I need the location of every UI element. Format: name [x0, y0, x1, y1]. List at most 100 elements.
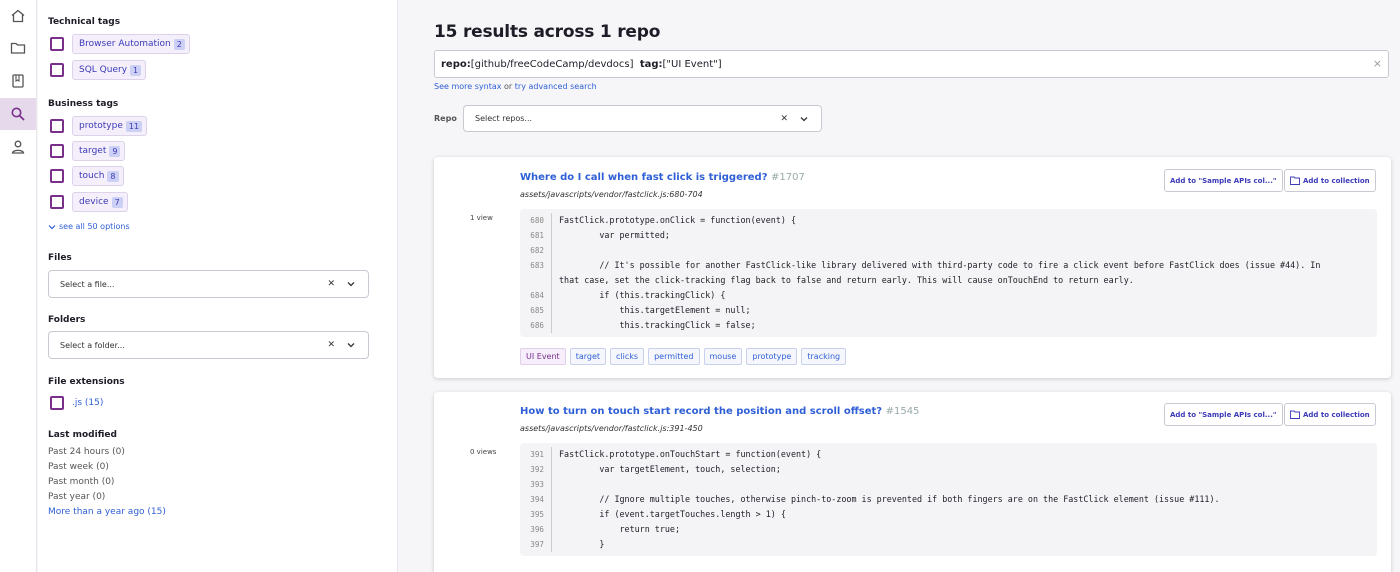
- filter-panel: Technical tags Browser Automation 2 SQL Q…: [38, 0, 398, 572]
- code-line: 394 // Ignore multiple touches, otherwis…: [520, 492, 1377, 507]
- line-code: this.trackingClick = false;: [559, 320, 756, 330]
- result-title-link[interactable]: How to turn on touch start record the po…: [520, 406, 919, 417]
- checkbox[interactable]: [50, 169, 64, 183]
- search-query-input[interactable]: repo: [github/freeCodeCamp/devdocs] tag:[…: [434, 50, 1389, 78]
- result-card: How to turn on touch start record the po…: [434, 392, 1391, 572]
- clear-icon[interactable]: ✕: [780, 114, 788, 124]
- see-more-syntax-link[interactable]: See more syntax: [434, 82, 501, 91]
- clear-icon[interactable]: ✕: [327, 279, 335, 289]
- tag-chip: touch 8: [72, 166, 124, 186]
- chevron-down-icon[interactable]: [346, 340, 356, 350]
- checkbox[interactable]: [50, 37, 64, 51]
- file-select[interactable]: Select a file... ✕: [48, 270, 369, 298]
- add-to-named-collection-button[interactable]: Add to "Sample APIs col...": [1164, 403, 1283, 426]
- tag-chip[interactable]: target: [569, 348, 607, 365]
- business-tag-row[interactable]: device 7: [50, 192, 128, 212]
- tag-count: 11: [125, 120, 143, 132]
- tag-chip[interactable]: mouse: [703, 348, 743, 365]
- last-modified-option[interactable]: Past year (0): [48, 492, 105, 502]
- tag-chip[interactable]: clicks: [610, 348, 645, 365]
- tag-chip: target 9: [72, 141, 126, 161]
- folder-select-placeholder: Select a folder...: [60, 340, 125, 350]
- business-tag-row[interactable]: touch 8: [50, 166, 124, 186]
- line-number: 396: [520, 522, 552, 537]
- result-title-link[interactable]: Where do I call when fast click is trigg…: [520, 172, 805, 183]
- line-code: var targetElement, touch, selection;: [559, 464, 781, 474]
- line-code: if (event.targetTouches.length > 1) {: [559, 509, 786, 519]
- last-modified-option[interactable]: Past week (0): [48, 462, 109, 472]
- nav-rail: [0, 0, 37, 572]
- repo-select[interactable]: Select repos... ✕: [463, 105, 822, 132]
- business-tag-row[interactable]: target 9: [50, 141, 126, 161]
- tag-chip[interactable]: permitted: [648, 348, 700, 365]
- chevron-down-icon[interactable]: [799, 114, 809, 124]
- tag-chip[interactable]: prototype: [746, 348, 798, 365]
- result-title: How to turn on touch start record the po…: [520, 406, 883, 417]
- add-to-collection-label: Add to collection: [1303, 176, 1370, 185]
- business-tags-heading: Business tags: [48, 99, 119, 109]
- syntax-help: See more syntax or try advanced search: [434, 82, 597, 91]
- tag-label: target: [79, 146, 107, 156]
- query-repo-value: [github/freeCodeCamp/devdocs]: [470, 58, 634, 70]
- book-nav-button[interactable]: [0, 65, 36, 97]
- files-heading: Files: [48, 253, 72, 263]
- line-number: 395: [520, 507, 552, 522]
- view-count: 0 views: [470, 448, 497, 456]
- line-number: 680: [520, 213, 552, 228]
- tag-label: prototype: [79, 121, 123, 131]
- last-modified-option[interactable]: Past 24 hours (0): [48, 447, 125, 457]
- code-line: 395 if (event.targetTouches.length > 1) …: [520, 507, 1377, 522]
- folder-select[interactable]: Select a folder... ✕: [48, 331, 369, 359]
- code-line: 393: [520, 477, 1377, 492]
- add-to-collection-button[interactable]: Add to collection: [1284, 403, 1376, 426]
- line-number: 397: [520, 537, 552, 552]
- code-line: 686 this.trackingClick = false;: [520, 318, 1377, 333]
- result-tags: UI Event target clicks permitted mouse p…: [520, 348, 847, 365]
- add-to-collection-button[interactable]: Add to collection: [1284, 169, 1376, 192]
- search-nav-button[interactable]: [0, 98, 36, 130]
- tag-label: touch: [79, 171, 105, 181]
- technical-tag-row[interactable]: Browser Automation 2: [50, 34, 190, 54]
- see-all-options-link[interactable]: see all 50 options: [48, 222, 130, 231]
- advanced-search-link[interactable]: try advanced search: [515, 82, 597, 91]
- tag-chip: prototype 11: [72, 116, 148, 136]
- chevron-down-icon[interactable]: [346, 279, 356, 289]
- clear-icon[interactable]: ✕: [327, 340, 335, 350]
- line-code: FastClick.prototype.onTouchStart = funct…: [559, 449, 822, 459]
- add-to-named-collection-button[interactable]: Add to "Sample APIs col...": [1164, 169, 1283, 192]
- syntax-or: or: [504, 82, 513, 91]
- home-nav-button[interactable]: [0, 0, 36, 32]
- last-modified-option[interactable]: More than a year ago (15): [48, 507, 166, 517]
- checkbox[interactable]: [50, 396, 64, 410]
- tag-count: 7: [111, 196, 123, 208]
- search-icon: [11, 107, 25, 121]
- result-card: Where do I call when fast click is trigg…: [434, 157, 1391, 378]
- query-repo-key: repo:: [441, 58, 471, 70]
- line-code: if (this.trackingClick) {: [559, 290, 726, 300]
- code-snippet: 391 FastClick.prototype.onTouchStart = fu…: [520, 443, 1377, 556]
- tag-label: SQL Query: [79, 65, 128, 75]
- tag-chip: device 7: [72, 192, 128, 212]
- checkbox[interactable]: [50, 144, 64, 158]
- user-nav-button[interactable]: [0, 131, 36, 163]
- code-line: 685 this.targetElement = null;: [520, 303, 1377, 318]
- line-code: // It's possible for another FastClick-l…: [559, 260, 1326, 285]
- technical-tag-row[interactable]: SQL Query 1: [50, 60, 147, 80]
- extension-row[interactable]: .js (15): [50, 396, 103, 410]
- checkbox[interactable]: [50, 195, 64, 209]
- tag-chip[interactable]: tracking: [801, 348, 847, 365]
- checkbox[interactable]: [50, 63, 64, 77]
- clear-search-icon[interactable]: ×: [1373, 57, 1382, 70]
- tag-chip[interactable]: UI Event: [520, 348, 566, 365]
- last-modified-option[interactable]: Past month (0): [48, 477, 114, 487]
- line-number: 391: [520, 447, 552, 462]
- tag-label: Browser Automation: [79, 39, 171, 49]
- tag-count: 8: [107, 170, 119, 182]
- line-number: 683: [520, 258, 552, 288]
- business-tag-row[interactable]: prototype 11: [50, 116, 148, 136]
- folder-nav-button[interactable]: [0, 32, 36, 64]
- result-path: assets/javascripts/vendor/fastclick.js:3…: [520, 424, 703, 433]
- checkbox[interactable]: [50, 119, 64, 133]
